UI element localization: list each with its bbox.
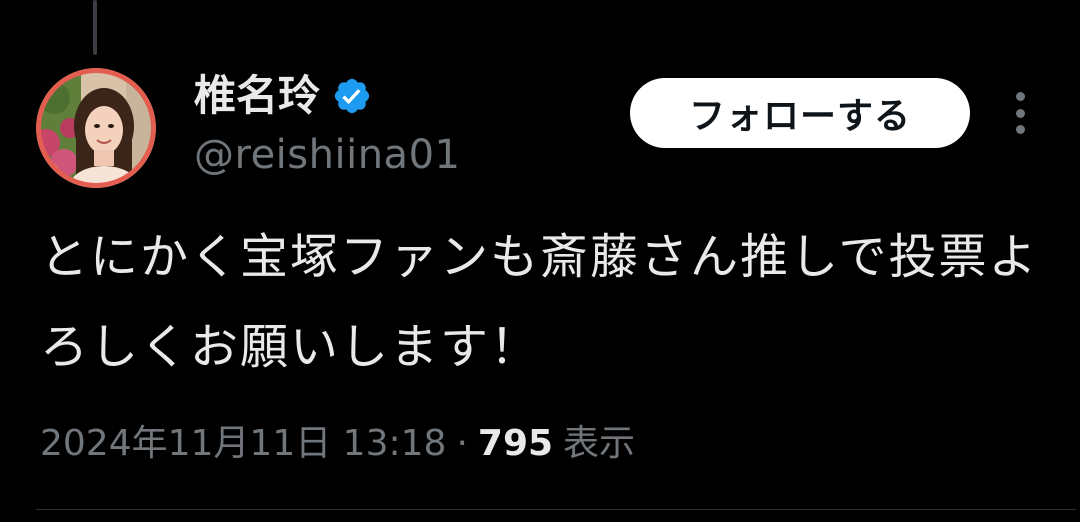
author-handle[interactable]: @reishiina01 <box>194 133 460 177</box>
tweet-meta: 2024年11月11日 13:18 · 795 表示 <box>40 414 635 466</box>
views-label: 表示 <box>563 423 636 464</box>
more-dot <box>1015 108 1025 118</box>
meta-separator: · <box>456 423 468 464</box>
author-name-row: 椎名玲 <box>194 66 372 126</box>
divider <box>36 509 1076 510</box>
avatar[interactable] <box>36 68 156 188</box>
follow-button[interactable]: フォローする <box>630 78 970 148</box>
thread-connector-line <box>93 0 97 55</box>
more-dot <box>1015 92 1025 101</box>
views-count: 795 <box>477 423 554 464</box>
more-vertical-icon[interactable] <box>1005 92 1035 134</box>
tweet-timestamp[interactable]: 2024年11月11日 13:18 <box>40 414 446 466</box>
more-dot <box>1015 125 1025 134</box>
tweet-text: とにかく宝塚ファンも斎藤さん推しで投票よろしくお願いします！ <box>40 229 1039 375</box>
verified-badge-icon[interactable] <box>332 76 372 116</box>
author-display-name[interactable]: 椎名玲 <box>194 75 320 117</box>
